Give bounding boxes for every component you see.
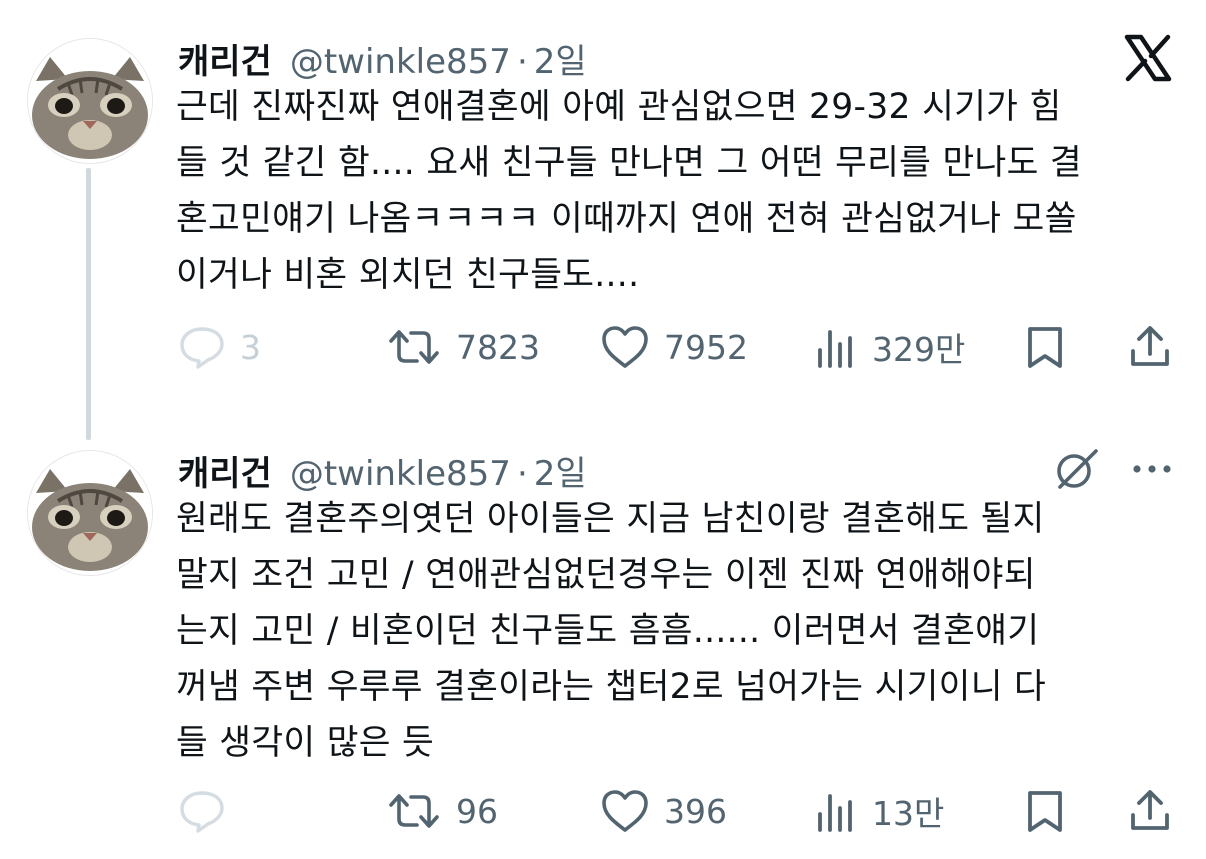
- timestamp[interactable]: 2일: [534, 446, 587, 495]
- reply-button[interactable]: 3: [178, 322, 261, 372]
- tweet-text-line: 들 생각이 많은 듯: [176, 723, 435, 763]
- like-count: 7952: [664, 327, 748, 367]
- action-bar: 3 7823 7952 329만: [178, 322, 1178, 372]
- thread-connector-line: [86, 168, 91, 440]
- author-name[interactable]: 캐리건: [178, 446, 272, 495]
- retweet-icon: [389, 794, 439, 828]
- grok-icon: [1057, 449, 1098, 489]
- tweet-text-line: 이거나 비혼 외치던 친구들도....: [176, 255, 640, 295]
- share-icon: [1131, 790, 1169, 830]
- view-count: 13만: [872, 794, 945, 833]
- retweet-button[interactable]: 96: [386, 786, 498, 836]
- bookmark-icon: [1028, 791, 1062, 832]
- tweet-text-line: 들 것 같긴 함.... 요새 친구들 만나면 그 어떤 무리를 만나도 결: [176, 143, 1082, 183]
- heart-icon: [602, 326, 648, 368]
- cat-avatar-icon: [28, 451, 152, 575]
- more-options-button[interactable]: [1132, 444, 1172, 494]
- bookmark-button[interactable]: [1024, 322, 1066, 372]
- reply-button[interactable]: [178, 786, 240, 836]
- tweet-text-line: 꺼냄 주변 우루루 결혼이라는 챕터2로 넘어가는 시기이니 다: [176, 667, 1047, 707]
- views-button[interactable]: 13만: [814, 786, 944, 836]
- views-button[interactable]: 329만: [814, 322, 965, 372]
- action-bar: 96 396 13만: [178, 786, 1178, 836]
- avatar[interactable]: [27, 450, 153, 576]
- more-horizontal-icon: [1133, 465, 1171, 473]
- cat-avatar-icon: [28, 39, 152, 163]
- reply-count: 3: [240, 327, 261, 367]
- tweet-text-line: 근데 진짜진짜 연애결혼에 아예 관심없으면 29-32 시기가 힘: [176, 87, 1062, 127]
- grok-button[interactable]: [1050, 444, 1102, 494]
- retweet-count: 7823: [456, 327, 540, 367]
- tweet[interactable]: 캐리건 @twinkle857 · 2일 원래도 결혼주의엿던 아이들은 지금 …: [0, 430, 1206, 859]
- separator-dot: ·: [516, 42, 528, 82]
- retweet-icon: [389, 330, 439, 364]
- like-button[interactable]: 7952: [600, 322, 748, 372]
- separator-dot: ·: [516, 454, 528, 494]
- tweet-header: 캐리건 @twinkle857 · 2일: [178, 34, 587, 82]
- analytics-icon: [818, 330, 852, 368]
- tweet-header: 캐리건 @twinkle857 · 2일: [178, 446, 587, 494]
- retweet-count: 96: [456, 791, 498, 831]
- view-count: 329만: [872, 330, 966, 369]
- tweet-text-line: 말지 조건 고민 / 연애관심없던경우는 이젠 진짜 연애해야되: [176, 555, 1036, 595]
- bookmark-icon: [1028, 327, 1062, 368]
- like-count: 396: [664, 791, 727, 831]
- share-button[interactable]: [1128, 322, 1172, 372]
- tweet-text-line: 는지 고민 / 비혼이던 친구들도 흠흠...... 이러면서 결혼얘기: [176, 611, 1040, 651]
- author-handle[interactable]: @twinkle857: [290, 42, 511, 82]
- author-handle[interactable]: @twinkle857: [290, 454, 511, 494]
- reply-icon: [180, 791, 224, 833]
- reply-icon: [180, 327, 224, 369]
- tweet-text-line: 원래도 결혼주의엿던 아이들은 지금 남친이랑 결혼해도 될지: [176, 499, 1045, 539]
- tweet-text-line: 혼고민얘기 나옴ㅋㅋㅋㅋ 이때까지 연애 전혀 관심없거나 모쏠: [176, 199, 1077, 239]
- retweet-button[interactable]: 7823: [386, 322, 540, 372]
- tweet-text: 근데 진짜진짜 연애결혼에 아예 관심없으면 29-32 시기가 힘 들 것 같…: [176, 79, 1176, 303]
- avatar[interactable]: [27, 38, 153, 164]
- share-button[interactable]: [1128, 786, 1172, 836]
- timestamp[interactable]: 2일: [534, 34, 587, 83]
- share-icon: [1131, 326, 1169, 366]
- tweet-text: 원래도 결혼주의엿던 아이들은 지금 남친이랑 결혼해도 될지 말지 조건 고민…: [176, 491, 1176, 771]
- author-name[interactable]: 캐리건: [178, 34, 272, 83]
- bookmark-button[interactable]: [1024, 786, 1066, 836]
- like-button[interactable]: 396: [600, 786, 727, 836]
- heart-icon: [602, 790, 648, 832]
- analytics-icon: [818, 794, 852, 832]
- tweet[interactable]: 캐리건 @twinkle857 · 2일 근데 진짜진짜 연애결혼에 아예 관심…: [0, 0, 1206, 440]
